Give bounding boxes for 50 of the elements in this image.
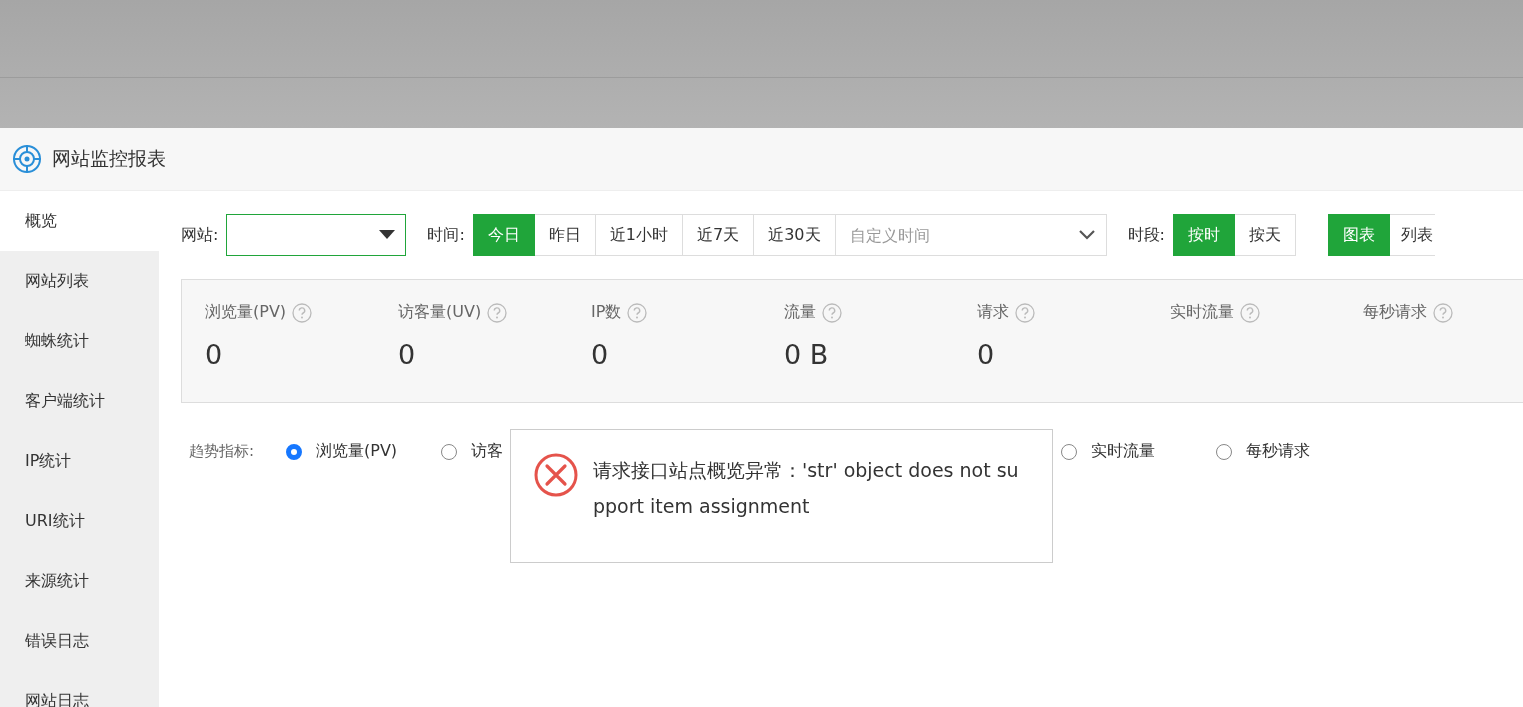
stat-value: 0 B [784, 339, 830, 370]
help-icon[interactable] [1240, 302, 1260, 323]
error-message: 请求接口站点概览异常：'str' object does not support item assignment [593, 458, 1020, 519]
stat-value: 0 [977, 339, 996, 370]
sidebar-item[interactable]: URI统计 [0, 491, 159, 551]
filter-label: 时间: [427, 224, 465, 246]
sidebar-item[interactable]: 来源统计 [0, 551, 159, 611]
help-icon[interactable] [1433, 302, 1453, 323]
stat-label: 流量 [784, 302, 816, 323]
help-icon[interactable] [1015, 302, 1035, 323]
radio-label: 访客 [471, 441, 503, 462]
target-icon [12, 144, 42, 174]
stat-value: 0 [591, 339, 610, 370]
sidebar-item[interactable]: 错误日志 [0, 611, 159, 671]
sidebar-item[interactable]: 客户端统计 [0, 371, 159, 431]
help-icon[interactable] [822, 302, 842, 323]
window-title: 网站监控报表 [52, 146, 166, 171]
stat-label: 实时流量 [1170, 302, 1234, 323]
radio-button[interactable] [286, 443, 302, 460]
help-icon[interactable] [627, 302, 648, 323]
sidebar-item[interactable]: 网站列表 [0, 251, 159, 311]
radio-label: 浏览量(PV) [316, 441, 398, 462]
view-button[interactable]: 列表 [1389, 214, 1435, 256]
stat-label: 每秒请求 [1363, 302, 1427, 323]
sidebar-item[interactable]: IP统计 [0, 431, 159, 491]
stat-label: IP数 [591, 302, 622, 323]
help-icon[interactable] [487, 302, 508, 323]
filter-label: 时段: [1127, 224, 1165, 246]
filter-label: 网站: [181, 224, 219, 246]
sidebar-item[interactable]: 概览 [0, 191, 159, 251]
chevron-down-icon [1078, 230, 1095, 240]
period-button[interactable]: 按天 [1234, 214, 1296, 256]
error-icon [533, 452, 579, 498]
stat-label: 请求 [977, 302, 1009, 323]
custom-time-field[interactable]: 自定义时间 [835, 214, 1107, 256]
site-select[interactable] [226, 214, 407, 256]
help-icon[interactable] [292, 302, 313, 323]
time-button[interactable]: 近1小时 [595, 214, 683, 256]
radio-label: 每秒请求 [1246, 441, 1310, 462]
time-button[interactable]: 昨日 [534, 214, 596, 256]
radio-label: 实时流量 [1091, 441, 1155, 462]
sidebar-item[interactable]: 蜘蛛统计 [0, 311, 159, 371]
stat-label: 浏览量(PV) [205, 302, 287, 323]
stat-label: 访客量(UV) [398, 302, 482, 323]
trend-label: 趋势指标: [189, 442, 256, 461]
time-button[interactable]: 近30天 [754, 214, 836, 256]
time-button[interactable]: 近7天 [682, 214, 755, 256]
stat-value: 0 [205, 339, 224, 370]
caret-icon [379, 230, 396, 240]
stat-value: 0 [398, 339, 417, 370]
